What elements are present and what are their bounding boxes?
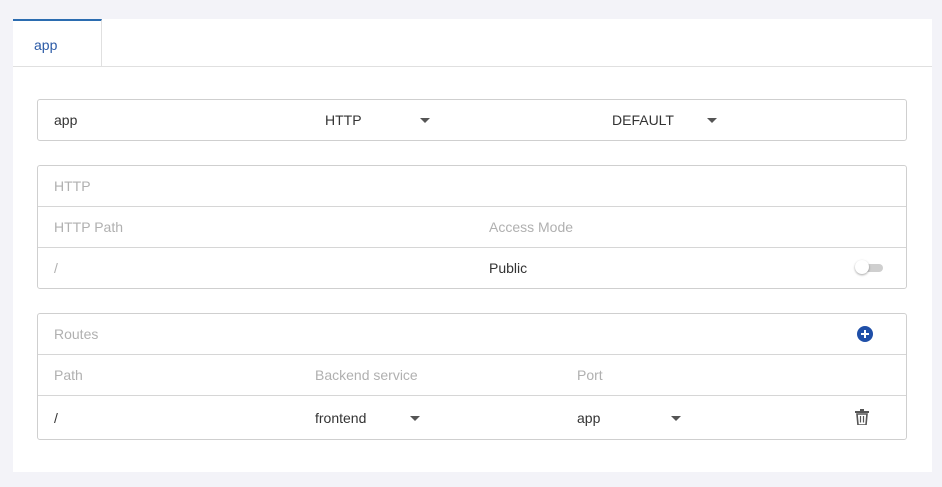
access-mode-header: Access Mode	[489, 219, 574, 235]
http-data-row: / Public	[38, 248, 906, 289]
http-title: HTTP	[54, 178, 91, 194]
route-path-header: Path	[54, 367, 83, 383]
protocol-select-value: HTTP	[325, 112, 362, 128]
http-title-row: HTTP	[38, 166, 906, 207]
chevron-down-icon[interactable]	[420, 118, 430, 123]
http-box: HTTP HTTP Path Access Mode / Public	[37, 165, 907, 289]
tab-bar: app	[13, 19, 932, 67]
service-card: app app HTTP DEFAULT HTTP HTTP Path Acce…	[13, 19, 932, 472]
routes-header-row: Path Backend service Port	[38, 355, 906, 396]
trash-icon[interactable]	[855, 409, 869, 425]
port-value: app	[577, 410, 601, 426]
port-header: Port	[577, 367, 603, 383]
service-config-box: app HTTP DEFAULT	[37, 99, 907, 141]
access-mode-toggle[interactable]	[855, 260, 883, 274]
tab-app[interactable]: app	[13, 19, 102, 66]
toggle-knob	[855, 260, 869, 274]
route-row: / frontend app	[38, 396, 906, 439]
backend-service-value: frontend	[315, 410, 367, 426]
service-config-row: app HTTP DEFAULT	[38, 100, 906, 140]
http-path-value[interactable]: /	[54, 260, 58, 276]
routes-title-row: Routes	[38, 314, 906, 355]
routes-box: Routes Path Backend service Port / front…	[37, 313, 907, 440]
access-mode-value: Public	[489, 260, 528, 276]
tab-app-label: app	[34, 37, 58, 53]
chevron-down-icon[interactable]	[410, 416, 420, 421]
routes-title: Routes	[54, 326, 99, 342]
backend-service-header: Backend service	[315, 367, 418, 383]
chevron-down-icon[interactable]	[671, 416, 681, 421]
service-name: app	[54, 112, 78, 128]
mode-select-value: DEFAULT	[612, 112, 674, 128]
route-path-value[interactable]: /	[54, 410, 58, 426]
plus-circle-icon[interactable]	[857, 326, 873, 342]
chevron-down-icon[interactable]	[707, 118, 717, 123]
http-header-row: HTTP Path Access Mode	[38, 207, 906, 248]
http-path-header: HTTP Path	[54, 219, 123, 235]
